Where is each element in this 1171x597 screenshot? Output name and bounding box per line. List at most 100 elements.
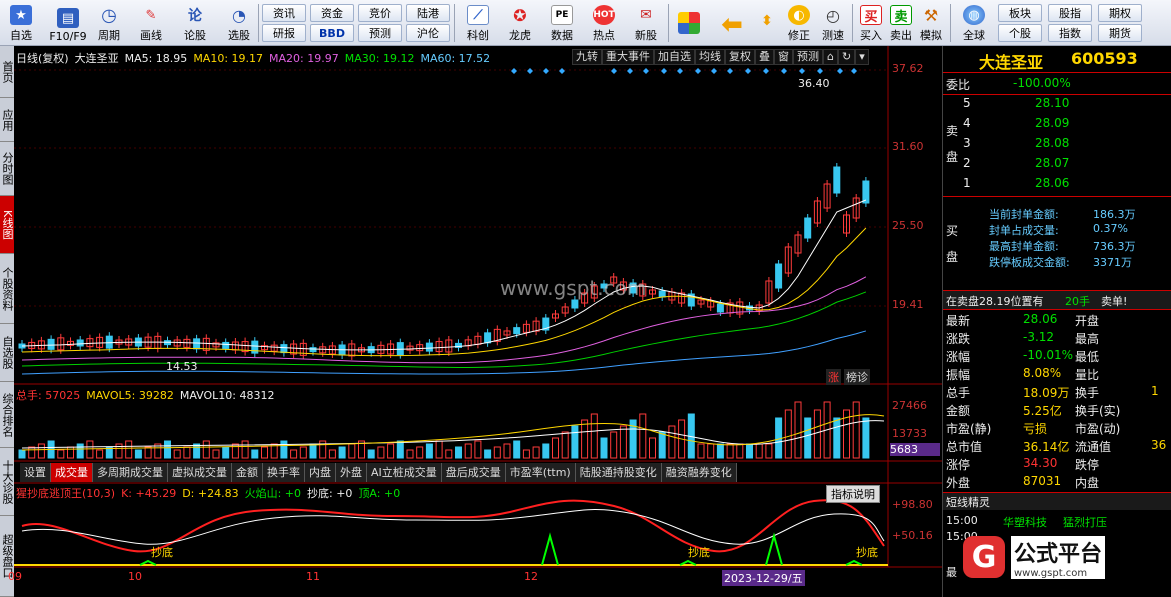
ma20-label: MA20: 19.97 bbox=[269, 52, 339, 65]
period-button[interactable]: ◷ 周期 bbox=[92, 3, 126, 43]
single-stock-button[interactable]: 个股 bbox=[998, 24, 1042, 42]
tab-super-panel[interactable]: 超级盘口 bbox=[0, 516, 14, 597]
stock-index-futures-button[interactable]: 股指 bbox=[1048, 4, 1092, 22]
tab-kline[interactable]: K线图 bbox=[0, 196, 14, 254]
back-button[interactable]: ⬅ bbox=[712, 3, 752, 43]
draw-line-button[interactable]: ✎ 画线 bbox=[134, 3, 168, 43]
diagnosis-tag[interactable]: 榜诊 bbox=[844, 369, 870, 385]
adjust-button[interactable]: 复权 bbox=[725, 49, 755, 65]
chart-area: 日线(复权) 大连圣亚 MA5: 18.95 MA10: 19.17 MA20: 19.… bbox=[8, 46, 942, 597]
major-events-button[interactable]: 重大事件 bbox=[602, 49, 654, 65]
index-button[interactable]: 指数 bbox=[1048, 24, 1092, 42]
toolbar-separator bbox=[454, 4, 455, 42]
hk-connect-button[interactable]: 陆港 bbox=[406, 4, 450, 22]
ind-tab-outer[interactable]: 外盘 bbox=[336, 463, 367, 482]
auction-button[interactable]: 竞价 bbox=[358, 4, 402, 22]
refresh-icon[interactable]: ↻ bbox=[837, 49, 856, 65]
ind-tab-pe-ttm[interactable]: 市盈率(ttm) bbox=[505, 463, 576, 482]
news-button[interactable]: 资讯 bbox=[262, 4, 306, 22]
seal-ratio-label: 封单占成交量: bbox=[989, 224, 1059, 237]
data-button[interactable]: PE 数据 bbox=[542, 3, 582, 43]
osc-k-label: K: +45.29 bbox=[121, 487, 177, 500]
volume-bar bbox=[736, 443, 744, 459]
speed-test-button[interactable]: ◴ 测速 bbox=[818, 3, 848, 43]
f10-button[interactable]: ▤ F10/F9 bbox=[44, 3, 92, 43]
chart-canvas[interactable] bbox=[14, 46, 942, 597]
stat-value: 5.25亿 bbox=[1023, 404, 1062, 418]
ind-tab-amount[interactable]: 金额 bbox=[232, 463, 263, 482]
tab-watchlist[interactable]: 自选股 bbox=[0, 324, 14, 382]
ind-tab-inner[interactable]: 内盘 bbox=[305, 463, 336, 482]
dragon-tiger-button[interactable]: ✪ 龙虎 bbox=[500, 3, 540, 43]
predict-button[interactable]: 预测 bbox=[793, 49, 823, 65]
ind-tab-volume[interactable]: 成交量 bbox=[51, 463, 93, 482]
simulate-button[interactable]: ⚒ 模拟 bbox=[916, 3, 946, 43]
volume-bar bbox=[600, 437, 608, 459]
x-label-sep: 09 bbox=[8, 570, 22, 583]
ind-tab-ai-volume[interactable]: AI立桩成交量 bbox=[367, 463, 442, 482]
kechuang-button[interactable]: ⟋ 科创 bbox=[458, 3, 498, 43]
forecast-button[interactable]: 预测 bbox=[358, 24, 402, 42]
hot-button[interactable]: HOT 热点 bbox=[584, 3, 624, 43]
stat-label: 最新 bbox=[946, 314, 971, 328]
sell-alert-text: 在卖盘28.19位置有 bbox=[946, 295, 1044, 308]
up-down-button[interactable]: ⬍ bbox=[756, 3, 778, 43]
volume-bar bbox=[649, 437, 656, 459]
logo-text: 公式平台 www.gspt.com bbox=[1011, 535, 1106, 579]
limit-tag[interactable]: 涨 bbox=[826, 369, 841, 385]
tab-intraday[interactable]: 分时图 bbox=[0, 142, 14, 196]
volume-bar bbox=[406, 449, 414, 459]
discuss-button[interactable]: 论 论股 bbox=[178, 3, 212, 43]
candle-body bbox=[716, 303, 724, 313]
bbd-button[interactable]: BBD bbox=[310, 24, 354, 42]
ind-tab-multi-period-volume[interactable]: 多周期成交量 bbox=[93, 463, 168, 482]
add-favorite-button[interactable]: 加自选 bbox=[654, 49, 695, 65]
buy-button[interactable]: 买 买入 bbox=[856, 3, 886, 43]
lock-icon[interactable]: ⌂ bbox=[823, 49, 838, 65]
tab-ranking[interactable]: 综合排名 bbox=[0, 382, 14, 448]
fund-button[interactable]: 资金 bbox=[310, 4, 354, 22]
sector-button[interactable]: 板块 bbox=[998, 4, 1042, 22]
ind-tab-northbound[interactable]: 陆股通持股变化 bbox=[575, 463, 662, 482]
futures-button[interactable]: 期货 bbox=[1098, 24, 1142, 42]
overlay-button[interactable]: 叠 bbox=[755, 49, 774, 65]
options-button[interactable]: 期权 bbox=[1098, 4, 1142, 22]
main-toolbar: ★ 自选 ▤ F10/F9 ◷ 周期 ✎ 画线 论 论股 ◔ 选股 资讯 资金 … bbox=[0, 0, 1171, 46]
tab-diagnosis[interactable]: 十大诊股 bbox=[0, 448, 14, 516]
volume-bar bbox=[813, 409, 821, 459]
volume-bar bbox=[183, 446, 191, 459]
volume-bar bbox=[513, 440, 521, 459]
tab-apps[interactable]: 应用 bbox=[0, 98, 14, 142]
shanghai-london-button[interactable]: 沪伦 bbox=[406, 24, 450, 42]
nine-turn-button[interactable]: 九转 bbox=[572, 49, 602, 65]
event-diamond-icon bbox=[837, 68, 843, 74]
dropdown-icon[interactable]: ▾ bbox=[855, 49, 869, 65]
tab-stock-profile[interactable]: 个股资料 bbox=[0, 254, 14, 324]
ind-tab-virtual-volume[interactable]: 虚拟成交量 bbox=[168, 463, 232, 482]
volume-bar bbox=[493, 446, 501, 459]
ind-tab-turnover[interactable]: 换手率 bbox=[263, 463, 305, 482]
ma-button[interactable]: 均线 bbox=[695, 49, 725, 65]
window-button[interactable]: 窗 bbox=[774, 49, 793, 65]
layout-grid-button[interactable] bbox=[674, 3, 704, 43]
favorites-button[interactable]: ★ 自选 bbox=[4, 3, 38, 43]
indicator-help-button[interactable]: 指标说明 bbox=[826, 485, 880, 503]
cursor-date-label: 2023-12-29/五 bbox=[722, 570, 805, 586]
volume-bar bbox=[804, 417, 812, 459]
new-stock-button[interactable]: ✉ 新股 bbox=[626, 3, 666, 43]
volume-bar bbox=[125, 440, 133, 459]
correct-button[interactable]: ◐ 修正 bbox=[784, 3, 814, 43]
event-diamond-icon bbox=[781, 68, 787, 74]
kline-legend: 日线(复权) 大连圣亚 MA5: 18.95 MA10: 19.17 MA20: 19.… bbox=[16, 50, 496, 66]
ind-tab-margin[interactable]: 融资融券变化 bbox=[661, 463, 737, 482]
volume-bar bbox=[794, 401, 802, 459]
tab-home[interactable]: 首页 bbox=[0, 46, 14, 98]
select-stock-button[interactable]: ◔ 选股 bbox=[222, 3, 256, 43]
ind-tab-settings[interactable]: 设置 bbox=[20, 463, 51, 482]
chaodi-label-1: 抄底 bbox=[151, 546, 173, 559]
research-button[interactable]: 研报 bbox=[262, 24, 306, 42]
candle-body bbox=[396, 342, 404, 356]
ind-tab-after-hours[interactable]: 盘后成交量 bbox=[441, 463, 506, 482]
global-button[interactable]: ◍ 全球 bbox=[954, 3, 994, 43]
sell-button[interactable]: 卖 卖出 bbox=[886, 3, 916, 43]
